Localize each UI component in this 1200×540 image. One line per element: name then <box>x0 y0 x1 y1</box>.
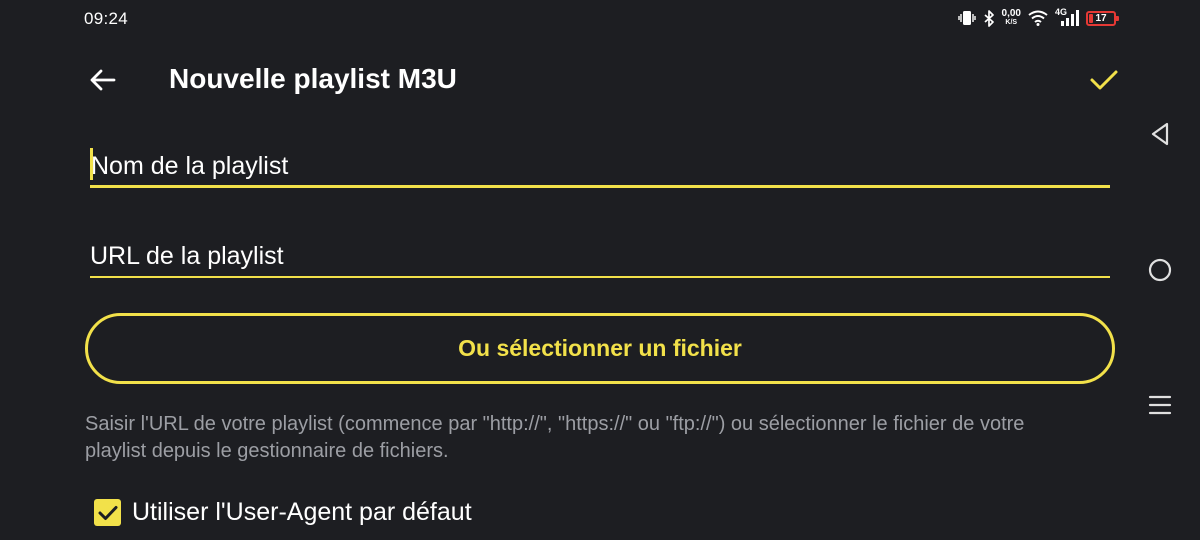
menu-lines-icon <box>1148 395 1172 415</box>
triangle-back-icon <box>1151 122 1169 146</box>
bluetooth-icon <box>983 9 995 27</box>
signal-bars-icon <box>1061 10 1079 26</box>
playlist-name-input[interactable] <box>90 144 1110 188</box>
status-icons: 0,00 K/S 4G 17 <box>957 7 1119 29</box>
page-title: Nouvelle playlist M3U <box>169 63 457 94</box>
arrow-left-icon <box>90 69 116 91</box>
select-file-button[interactable]: Ou sélectionner un fichier <box>85 313 1115 384</box>
network-speed-value: 0,00 <box>1001 8 1021 19</box>
cellular-signal: 4G <box>1055 7 1079 27</box>
back-button[interactable] <box>86 64 118 96</box>
playlist-url-input[interactable] <box>90 234 1110 278</box>
check-icon <box>1090 70 1118 90</box>
playlist-name-field[interactable] <box>90 144 1110 188</box>
circle-home-icon <box>1148 258 1172 282</box>
vibrate-icon <box>957 10 976 26</box>
checkmark-icon <box>98 505 117 520</box>
network-speed-unit: K/S <box>1005 19 1018 26</box>
navigation-bar <box>1120 36 1200 540</box>
confirm-button[interactable] <box>1086 62 1122 98</box>
status-time: 09:24 <box>84 9 129 28</box>
text-cursor <box>90 148 93 180</box>
playlist-name-underline <box>90 185 1110 188</box>
network-speed: 0,00 K/S <box>1002 9 1021 27</box>
battery-level: 17 <box>1095 12 1107 24</box>
nav-home-button[interactable] <box>1120 240 1200 300</box>
playlist-url-field[interactable] <box>90 234 1110 278</box>
default-user-agent-option[interactable]: Utiliser l'User-Agent par défaut <box>94 498 472 527</box>
default-user-agent-label: Utiliser l'User-Agent par défaut <box>132 498 472 526</box>
nav-back-button[interactable] <box>1120 104 1200 164</box>
default-user-agent-checkbox[interactable] <box>94 499 121 526</box>
battery-fill <box>1089 13 1094 23</box>
battery-icon: 17 <box>1086 10 1119 26</box>
playlist-url-underline <box>90 276 1110 278</box>
status-bar: 09:24 0,00 K/S 4G 17 <box>0 0 1200 36</box>
wifi-icon <box>1028 10 1048 26</box>
nav-recents-button[interactable] <box>1120 375 1200 435</box>
help-text: Saisir l'URL de votre playlist (commence… <box>85 413 1025 462</box>
